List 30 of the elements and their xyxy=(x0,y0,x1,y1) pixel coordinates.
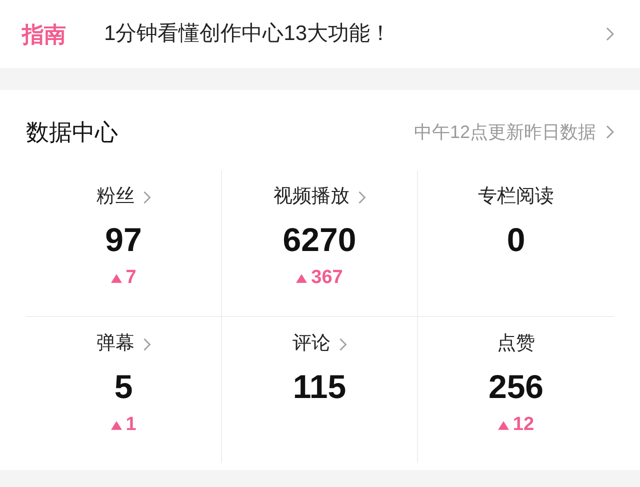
stat-label: 点赞 xyxy=(497,332,535,356)
chevron-right-icon xyxy=(606,27,614,41)
chevron-right-icon xyxy=(338,338,346,350)
stat-delta: 12 xyxy=(512,413,534,437)
stat-link[interactable]: 视频播放 xyxy=(274,182,366,212)
stat-delta: 1 xyxy=(126,413,136,437)
chevron-right-icon xyxy=(142,338,150,350)
guide-banner[interactable]: 指南 1分钟看懂创作中心13大功能！ xyxy=(0,0,640,68)
stat-value: 6270 xyxy=(282,220,356,260)
chevron-right-icon xyxy=(358,190,366,204)
chevron-right-icon xyxy=(606,125,614,139)
stat-value: 97 xyxy=(105,220,142,260)
stat-delta: 7 xyxy=(126,266,136,290)
guide-tag: 指南 xyxy=(22,18,66,50)
up-triangle-icon xyxy=(110,274,122,283)
chevron-right-icon xyxy=(142,190,150,204)
stat-value: 115 xyxy=(292,367,346,407)
up-triangle-icon xyxy=(498,420,509,430)
stat-link[interactable]: 弹幕 xyxy=(96,329,150,359)
card-title: 数据中心 xyxy=(26,118,119,147)
stat-value: 5 xyxy=(114,367,133,407)
stat-value: 256 xyxy=(488,367,544,407)
stat-link[interactable]: 评论 xyxy=(292,329,346,359)
stat-delta: 367 xyxy=(311,266,343,290)
stat-value: 0 xyxy=(506,220,526,260)
stat-link[interactable]: 粉丝 xyxy=(96,182,150,212)
stat-label: 专栏阅读 xyxy=(478,184,554,209)
up-triangle-icon xyxy=(296,274,308,283)
guide-text: 1分钟看懂创作中心13大功能！ xyxy=(104,21,392,48)
up-triangle-icon xyxy=(110,420,122,430)
